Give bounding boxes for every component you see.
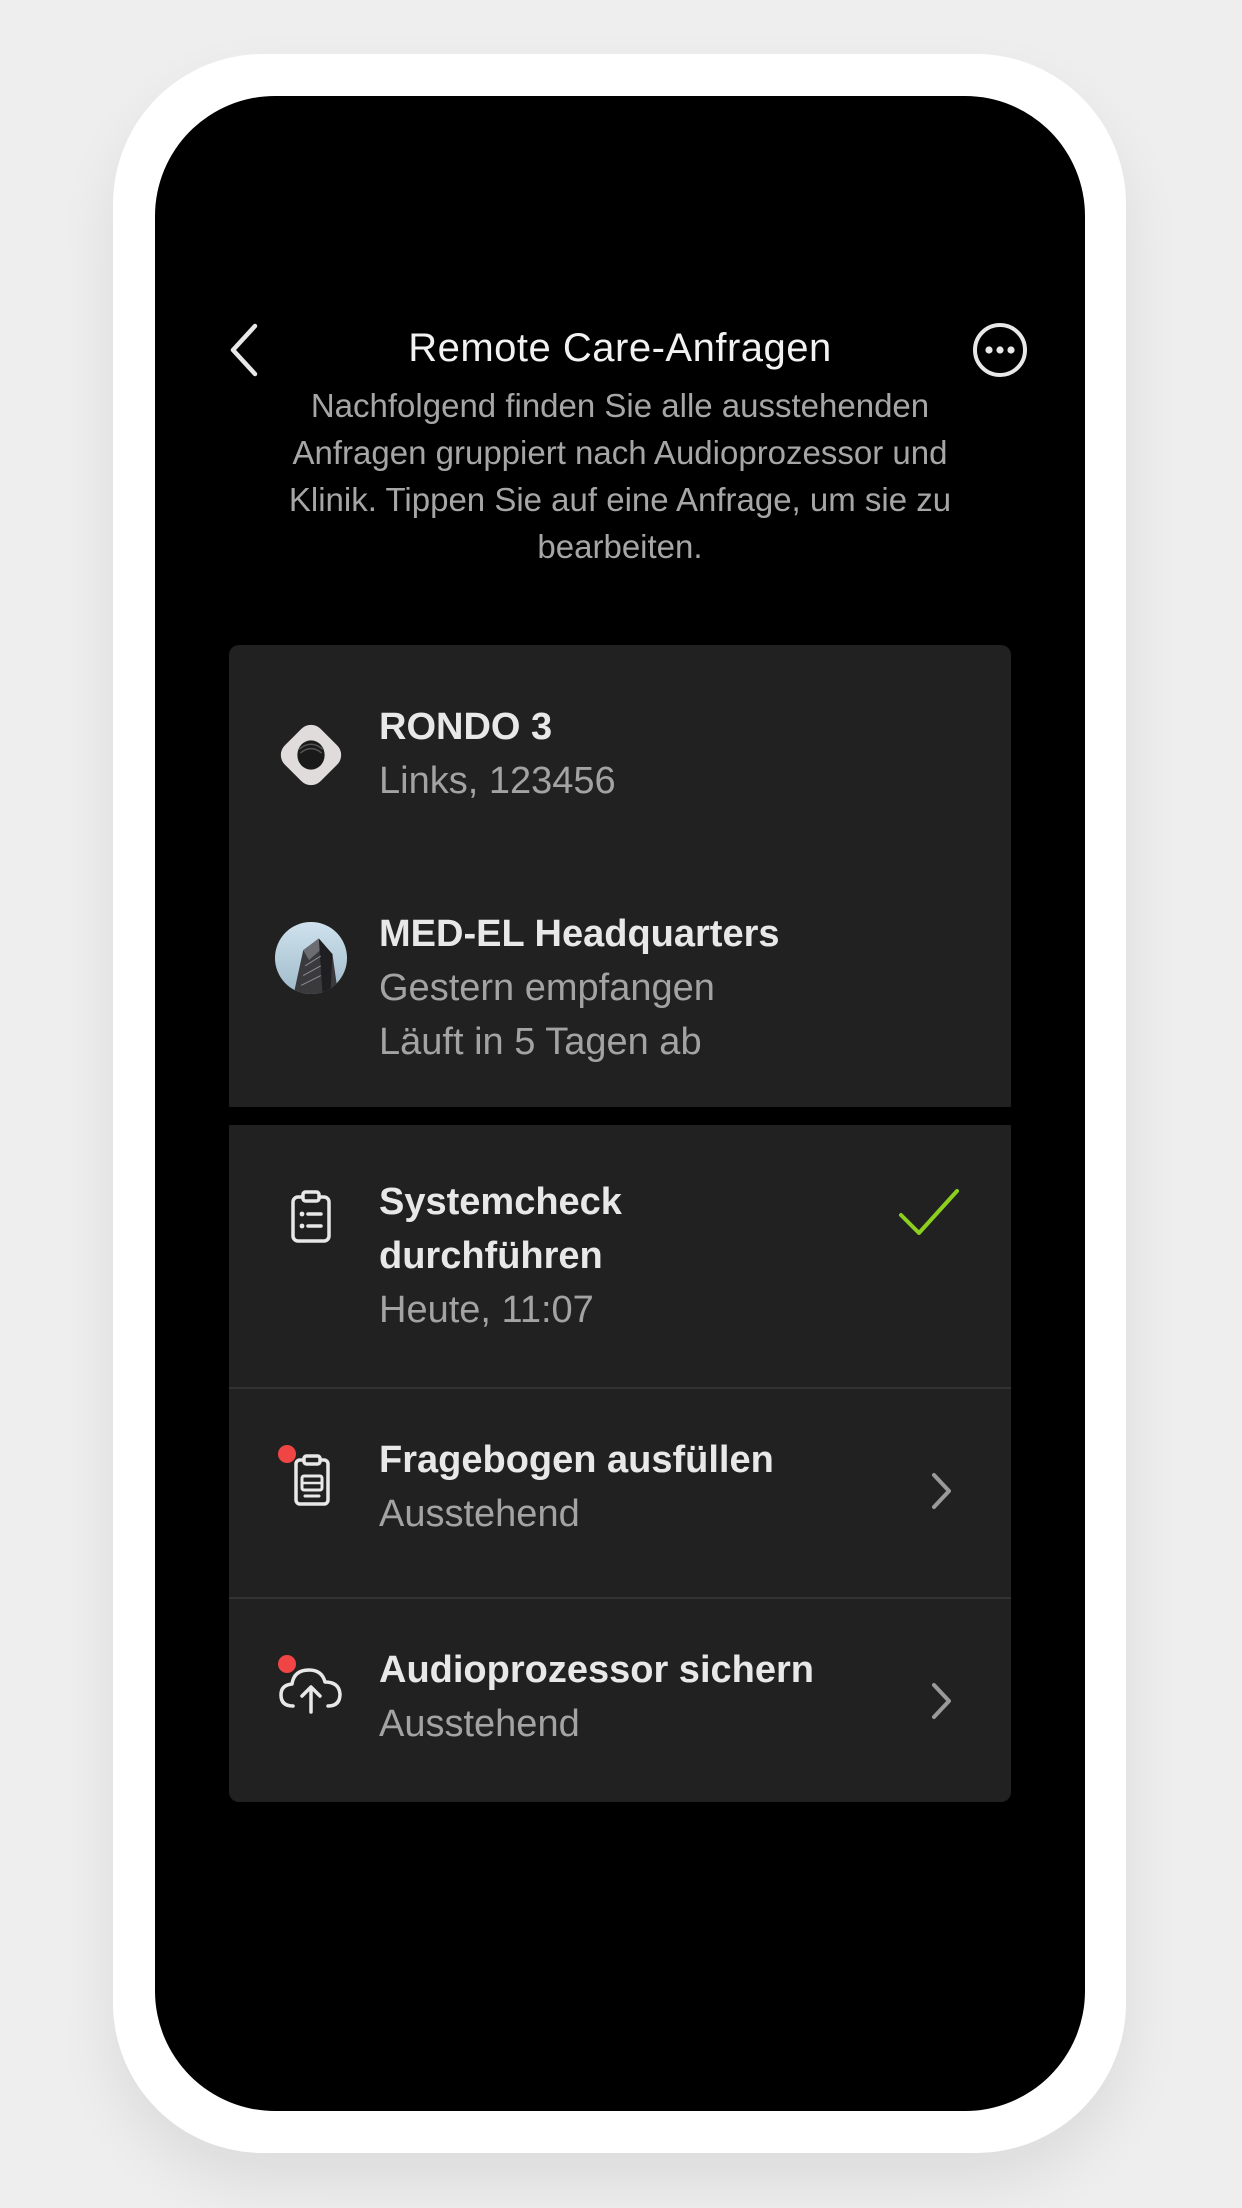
task-title: Fragebogen ausfüllen: [379, 1439, 774, 1481]
task-title-line1: Systemcheck: [379, 1181, 622, 1223]
clipboard-checklist-icon: [274, 1180, 348, 1254]
notification-dot: [278, 1655, 296, 1673]
checkmark-icon: [899, 1189, 959, 1235]
app-screen: Remote Care-Anfragen Nachfolgend finden …: [155, 96, 1085, 2111]
task-title-line2: durchführen: [379, 1235, 603, 1277]
device-name: RONDO 3: [379, 706, 553, 748]
task-row-backup[interactable]: Audioprozessor sichern Ausstehend: [229, 1599, 1011, 1802]
clinic-name: MED-EL Headquarters: [379, 913, 780, 955]
more-options-icon: [973, 323, 1027, 377]
task-status: Ausstehend: [379, 1703, 580, 1745]
clinic-avatar: [274, 921, 348, 995]
task-status: Heute, 11:07: [379, 1289, 594, 1331]
task-row-questionnaire[interactable]: Fragebogen ausfüllen Ausstehend: [229, 1389, 1011, 1597]
clinic-row: MED-EL Headquarters Gestern empfangen Lä…: [229, 907, 1011, 1067]
page-title: Remote Care-Anfragen: [408, 326, 832, 370]
audio-processor-icon: [274, 718, 348, 792]
request-group-card: RONDO 3 Links, 123456 MED-EL Headquarter…: [229, 645, 1011, 1107]
task-row-systemcheck[interactable]: Systemcheck durchführen Heute, 11:07: [229, 1125, 1011, 1387]
more-options-button[interactable]: [970, 320, 1030, 380]
cloud-upload-icon: [274, 1651, 348, 1725]
device-detail: Links, 123456: [379, 760, 616, 802]
tasks-card: Systemcheck durchführen Heute, 11:07 Fra…: [229, 1125, 1011, 1802]
questionnaire-icon: [274, 1443, 348, 1517]
notification-dot: [278, 1445, 296, 1463]
task-status: Ausstehend: [379, 1493, 580, 1535]
device-row: RONDO 3 Links, 123456: [229, 700, 1011, 810]
chevron-right-icon: [921, 1471, 961, 1511]
chevron-right-icon: [921, 1681, 961, 1721]
clinic-received: Gestern empfangen: [379, 967, 715, 1009]
task-title: Audioprozessor sichern: [379, 1649, 814, 1691]
intro-text: Nachfolgend finden Sie alle ausstehenden…: [288, 387, 952, 565]
clinic-expires: Läuft in 5 Tagen ab: [379, 1021, 702, 1063]
